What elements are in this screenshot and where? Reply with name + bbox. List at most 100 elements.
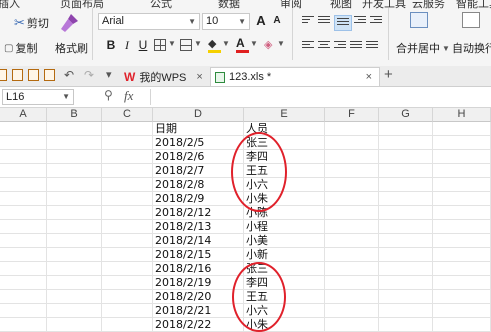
empty-cell[interactable] [379, 304, 433, 318]
column-header-e[interactable]: E [244, 108, 325, 122]
date-cell[interactable]: 2018/2/16 [153, 262, 244, 276]
tab-developer[interactable]: 开发工具 [362, 0, 406, 11]
empty-cell[interactable] [102, 234, 153, 248]
empty-cell[interactable] [433, 318, 491, 332]
align-right-icon[interactable] [334, 41, 346, 51]
empty-cell[interactable] [47, 192, 102, 206]
person-cell[interactable]: 小美 [244, 234, 325, 248]
column-header-d[interactable]: D [153, 108, 244, 122]
empty-cell[interactable] [379, 290, 433, 304]
indent-increase-icon[interactable] [370, 16, 382, 26]
align-top-icon[interactable] [302, 16, 314, 26]
empty-cell[interactable] [433, 164, 491, 178]
date-cell[interactable]: 2018/2/5 [153, 136, 244, 150]
empty-cell[interactable] [102, 206, 153, 220]
empty-cell[interactable] [0, 248, 47, 262]
tab-data[interactable]: 数据 [218, 0, 240, 11]
person-cell[interactable]: 小新 [244, 248, 325, 262]
tab-view[interactable]: 视图 [330, 0, 352, 11]
format-painter-label[interactable]: 格式刷 [55, 40, 88, 56]
empty-cell[interactable] [0, 150, 47, 164]
empty-cell[interactable] [47, 290, 102, 304]
column-header-b[interactable]: B [47, 108, 102, 122]
empty-cell[interactable] [47, 262, 102, 276]
empty-cell[interactable] [433, 248, 491, 262]
empty-cell[interactable] [0, 178, 47, 192]
empty-cell[interactable] [433, 206, 491, 220]
empty-cell[interactable] [379, 150, 433, 164]
empty-cell[interactable] [379, 248, 433, 262]
empty-cell[interactable] [433, 304, 491, 318]
empty-cell[interactable] [102, 304, 153, 318]
align-left-icon[interactable] [302, 41, 314, 51]
date-cell[interactable]: 2018/2/12 [153, 206, 244, 220]
column-header-c[interactable]: C [102, 108, 153, 122]
empty-cell[interactable] [102, 276, 153, 290]
tab-123-xls[interactable]: 123.xls * × [210, 67, 380, 86]
empty-cell[interactable] [433, 150, 491, 164]
empty-cell[interactable] [102, 136, 153, 150]
merge-center-button[interactable]: 合并居中 ▼ [396, 40, 450, 56]
date-cell[interactable]: 2018/2/9 [153, 192, 244, 206]
align-bottom-icon[interactable] [334, 15, 352, 31]
font-size-select[interactable]: 10 ▼ [202, 13, 250, 30]
empty-cell[interactable] [325, 318, 379, 332]
date-cell[interactable]: 2018/2/22 [153, 318, 244, 332]
empty-cell[interactable] [379, 276, 433, 290]
copy-button[interactable]: ▢ 复制 [4, 40, 37, 56]
bold-button[interactable]: B [104, 38, 118, 52]
empty-cell[interactable] [325, 178, 379, 192]
align-center-icon[interactable] [318, 41, 330, 51]
align-middle-icon[interactable] [318, 16, 330, 26]
empty-cell[interactable] [433, 178, 491, 192]
empty-cell[interactable] [379, 262, 433, 276]
empty-cell[interactable] [47, 304, 102, 318]
empty-cell[interactable] [325, 136, 379, 150]
empty-cell[interactable] [433, 220, 491, 234]
save-icon[interactable] [28, 69, 39, 81]
empty-cell[interactable] [102, 150, 153, 164]
empty-cell[interactable] [433, 290, 491, 304]
empty-cell[interactable] [325, 220, 379, 234]
font-color-button[interactable]: A [236, 36, 249, 53]
empty-cell[interactable] [102, 262, 153, 276]
column-header-a[interactable]: A [0, 108, 47, 122]
tab-review[interactable]: 审阅 [280, 0, 302, 11]
empty-cell[interactable] [0, 234, 47, 248]
empty-cell[interactable] [379, 206, 433, 220]
empty-cell[interactable] [325, 122, 379, 136]
empty-cell[interactable] [325, 150, 379, 164]
empty-cell[interactable] [0, 136, 47, 150]
empty-cell[interactable] [325, 248, 379, 262]
empty-cell[interactable] [47, 248, 102, 262]
date-cell[interactable]: 2018/2/13 [153, 220, 244, 234]
empty-cell[interactable] [47, 276, 102, 290]
file-icon[interactable] [0, 69, 7, 81]
empty-cell[interactable] [0, 290, 47, 304]
date-cell[interactable]: 2018/2/21 [153, 304, 244, 318]
tab-insert[interactable]: 插入 [0, 0, 20, 11]
empty-cell[interactable] [325, 164, 379, 178]
justify-icon[interactable] [350, 41, 362, 51]
empty-cell[interactable] [325, 262, 379, 276]
customize-toolbar-icon[interactable]: ▾ [106, 68, 112, 81]
empty-cell[interactable] [102, 290, 153, 304]
empty-cell[interactable] [325, 304, 379, 318]
merge-cells-icon[interactable] [410, 12, 428, 28]
undo-icon[interactable]: ↶ [64, 68, 74, 82]
close-icon[interactable]: × [366, 71, 372, 83]
empty-cell[interactable] [47, 150, 102, 164]
empty-cell[interactable] [433, 234, 491, 248]
empty-cell[interactable] [433, 276, 491, 290]
empty-cell[interactable] [325, 234, 379, 248]
empty-cell[interactable] [379, 136, 433, 150]
redo-icon[interactable]: ↷ [84, 68, 94, 82]
empty-cell[interactable] [102, 192, 153, 206]
name-box[interactable]: L16 ▼ [2, 89, 74, 105]
date-cell[interactable]: 日期 [153, 122, 244, 136]
empty-cell[interactable] [102, 178, 153, 192]
empty-cell[interactable] [379, 220, 433, 234]
tab-smart-tools[interactable]: 智能工具 [456, 0, 491, 11]
empty-cell[interactable] [0, 276, 47, 290]
empty-cell[interactable] [433, 122, 491, 136]
